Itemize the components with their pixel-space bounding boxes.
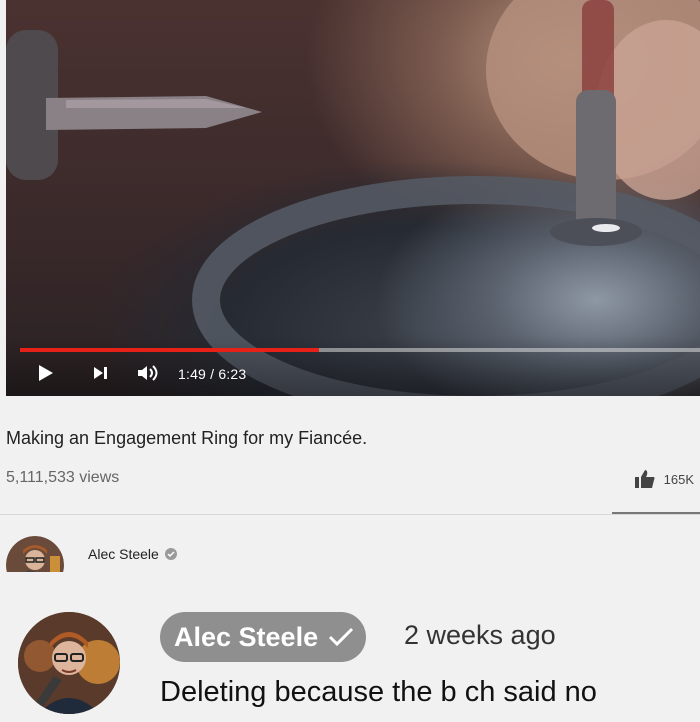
video-title: Making an Engagement Ring for my Fiancée… — [6, 428, 368, 448]
avatar-image — [6, 536, 64, 572]
time-display: 1:49 / 6:23 — [178, 366, 247, 382]
channel-avatar[interactable] — [6, 536, 64, 572]
thumbs-up-icon — [634, 470, 655, 488]
divider — [0, 514, 700, 515]
comment-author-badge[interactable]: Alec Steele — [160, 612, 367, 662]
verified-check-icon — [164, 548, 177, 560]
comment-author-name: Alec Steele — [174, 621, 319, 652]
check-icon — [329, 627, 354, 647]
like-count: 165K — [663, 471, 694, 487]
player-controls: 1:49 / 6:23 — [6, 336, 700, 396]
volume-icon — [138, 365, 158, 381]
comment-text: Deleting because the b ch said no — [160, 676, 597, 708]
video-player[interactable]: 1:49 / 6:23 — [6, 0, 700, 396]
progress-played — [20, 348, 320, 352]
next-button[interactable] — [92, 364, 110, 382]
comment-author-avatar[interactable] — [18, 612, 120, 714]
progress-bar[interactable] — [20, 348, 700, 352]
volume-button[interactable] — [136, 364, 162, 382]
avatar-image — [18, 612, 120, 714]
play-icon — [39, 365, 53, 381]
view-count: 5,111,533 views — [6, 469, 120, 486]
like-button[interactable]: 165K — [634, 469, 694, 489]
channel-name-text: Alec Steele — [88, 546, 159, 562]
play-button[interactable] — [38, 364, 54, 382]
channel-name[interactable]: Alec Steele — [88, 546, 177, 562]
comment-timestamp[interactable]: 2 weeks ago — [404, 620, 556, 651]
next-icon — [94, 367, 107, 379]
